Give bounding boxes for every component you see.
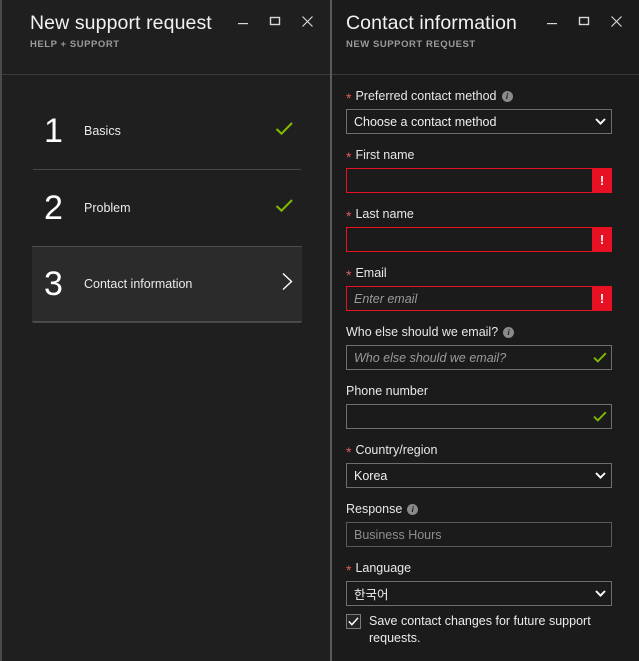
field-country-region: * Country/region Korea bbox=[346, 442, 625, 488]
breadcrumb: NEW SUPPORT REQUEST bbox=[346, 39, 476, 50]
checkmark-icon bbox=[275, 199, 293, 213]
contact-information-blade: Contact information NEW SUPPORT REQUEST … bbox=[330, 0, 639, 661]
chevron-right-icon bbox=[282, 272, 293, 291]
right-window-controls bbox=[537, 8, 631, 34]
wizard-step-list: 1 Basics 2 Problem 3 Contact information bbox=[2, 75, 330, 661]
last-name-input[interactable]: ! bbox=[346, 227, 612, 252]
step-status bbox=[270, 121, 294, 141]
readonly-value: Business Hours bbox=[354, 527, 442, 542]
required-indicator: * bbox=[346, 267, 352, 283]
step-label: Basics bbox=[84, 124, 121, 138]
sidebar-item-basics[interactable]: 1 Basics bbox=[32, 93, 302, 169]
field-preferred-contact-method: * Preferred contact method i Choose a co… bbox=[346, 88, 625, 134]
left-window-controls bbox=[228, 8, 322, 34]
phone-number-input[interactable] bbox=[346, 404, 612, 429]
valid-checkmark-icon bbox=[589, 411, 611, 422]
label-text: Response bbox=[346, 502, 403, 516]
field-last-name: * Last name ! bbox=[346, 206, 625, 252]
label-text: Country/region bbox=[355, 443, 438, 457]
required-indicator: * bbox=[346, 208, 352, 224]
minimize-icon[interactable] bbox=[228, 8, 258, 34]
info-icon[interactable]: i bbox=[503, 326, 515, 338]
step-status bbox=[270, 198, 294, 218]
label-response: Response i bbox=[346, 501, 625, 517]
label-preferred-contact-method: * Preferred contact method i bbox=[346, 88, 625, 106]
label-country-region: * Country/region bbox=[346, 442, 625, 460]
field-response: Response i Business Hours bbox=[346, 501, 625, 547]
input-placeholder: Enter email bbox=[354, 291, 418, 306]
label-phone-number: Phone number bbox=[346, 383, 625, 399]
error-badge-icon: ! bbox=[592, 227, 612, 252]
left-blade-header: New support request HELP + SUPPORT bbox=[2, 0, 330, 75]
label-last-name: * Last name bbox=[346, 206, 625, 224]
language-select[interactable]: 한국어 bbox=[346, 581, 612, 606]
required-indicator: * bbox=[346, 562, 352, 578]
response-readonly-field: Business Hours bbox=[346, 522, 612, 547]
restore-icon[interactable] bbox=[260, 8, 290, 34]
step-status bbox=[270, 272, 294, 296]
info-icon[interactable]: i bbox=[501, 90, 513, 102]
field-language: * Language 한국어 bbox=[346, 560, 625, 606]
step-number: 3 bbox=[44, 265, 63, 303]
breadcrumb: HELP + SUPPORT bbox=[30, 39, 120, 50]
close-icon[interactable] bbox=[292, 8, 322, 34]
minimize-icon[interactable] bbox=[537, 8, 567, 34]
save-contact-changes-label: Save contact changes for future support … bbox=[369, 614, 591, 645]
input-placeholder: Who else should we email? bbox=[354, 350, 507, 365]
label-language: * Language bbox=[346, 560, 625, 578]
label-text: First name bbox=[355, 148, 415, 162]
save-contact-changes-row[interactable]: Save contact changes for future support … bbox=[346, 613, 625, 647]
label-text: Last name bbox=[355, 207, 414, 221]
step-label: Contact information bbox=[84, 277, 193, 291]
checkmark-icon bbox=[348, 617, 359, 626]
email-input[interactable]: Enter email ! bbox=[346, 286, 612, 311]
sidebar-item-contact-information[interactable]: 3 Contact information bbox=[32, 246, 302, 322]
chevron-down-icon bbox=[589, 472, 611, 479]
label-additional-email: Who else should we email? i bbox=[346, 324, 625, 340]
label-text: Who else should we email? bbox=[346, 325, 499, 339]
chevron-down-icon bbox=[589, 590, 611, 597]
first-name-input[interactable]: ! bbox=[346, 168, 612, 193]
country-region-select[interactable]: Korea bbox=[346, 463, 612, 488]
label-text: Language bbox=[355, 561, 412, 575]
close-icon[interactable] bbox=[601, 8, 631, 34]
step-divider bbox=[33, 322, 301, 323]
field-first-name: * First name ! bbox=[346, 147, 625, 193]
right-blade-header: Contact information NEW SUPPORT REQUEST bbox=[332, 0, 639, 75]
label-email: * Email bbox=[346, 265, 625, 283]
valid-checkmark-icon bbox=[589, 352, 611, 363]
required-indicator: * bbox=[346, 90, 352, 106]
selected-value: Korea bbox=[354, 468, 388, 483]
field-phone-number: Phone number bbox=[346, 383, 625, 429]
selected-value: 한국어 bbox=[354, 588, 389, 602]
field-email: * Email Enter email ! bbox=[346, 265, 625, 311]
field-additional-email: Who else should we email? i Who else sho… bbox=[346, 324, 625, 370]
step-number: 2 bbox=[44, 189, 63, 227]
support-request-window: New support request HELP + SUPPORT 1 Bas… bbox=[0, 0, 639, 661]
info-icon[interactable]: i bbox=[407, 503, 419, 515]
error-badge-icon: ! bbox=[592, 168, 612, 193]
selected-value: Choose a contact method bbox=[354, 114, 497, 129]
save-contact-changes-checkbox[interactable] bbox=[346, 614, 361, 629]
label-first-name: * First name bbox=[346, 147, 625, 165]
label-text: Email bbox=[355, 266, 387, 280]
contact-information-form: * Preferred contact method i Choose a co… bbox=[332, 75, 639, 661]
label-text: Phone number bbox=[346, 384, 429, 398]
label-text: Preferred contact method bbox=[355, 89, 497, 103]
new-support-request-blade: New support request HELP + SUPPORT 1 Bas… bbox=[0, 0, 330, 661]
restore-icon[interactable] bbox=[569, 8, 599, 34]
required-indicator: * bbox=[346, 444, 352, 460]
error-badge-icon: ! bbox=[592, 286, 612, 311]
required-indicator: * bbox=[346, 149, 352, 165]
preferred-contact-method-select[interactable]: Choose a contact method bbox=[346, 109, 612, 134]
step-label: Problem bbox=[84, 201, 131, 215]
step-number: 1 bbox=[44, 112, 63, 150]
additional-email-input[interactable]: Who else should we email? bbox=[346, 345, 612, 370]
chevron-down-icon bbox=[589, 118, 611, 125]
sidebar-item-problem[interactable]: 2 Problem bbox=[32, 170, 302, 246]
checkmark-icon bbox=[275, 122, 293, 136]
